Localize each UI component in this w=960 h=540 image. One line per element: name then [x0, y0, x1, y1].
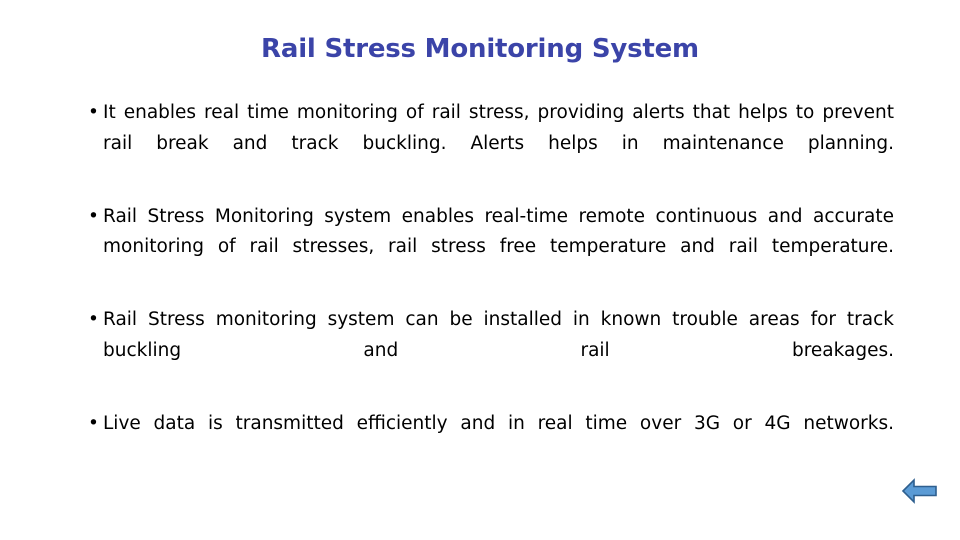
- list-item: • Rail Stress monitoring system can be i…: [88, 305, 894, 397]
- bullet-list: • It enables real time monitoring of rai…: [88, 98, 894, 470]
- bullet-marker-icon: •: [88, 205, 99, 227]
- back-navigation-button[interactable]: [901, 476, 939, 506]
- page-title: Rail Stress Monitoring System: [261, 34, 699, 65]
- list-item-text: It enables real time monitoring of rail …: [103, 102, 894, 154]
- list-item-text: Rail Stress Monitoring system enables re…: [103, 205, 894, 258]
- list-item: • Live data is transmitted efficiently a…: [88, 409, 894, 470]
- list-item-text: Live data is transmitted efficiently and…: [103, 412, 894, 434]
- arrow-left-icon[interactable]: [901, 476, 939, 506]
- list-item: • Rail Stress Monitoring system enables …: [88, 202, 894, 294]
- bullet-marker-icon: •: [88, 412, 99, 434]
- bullet-marker-icon: •: [88, 309, 99, 330]
- list-item-text: Rail Stress monitoring system can be ins…: [103, 309, 894, 361]
- bullet-marker-icon: •: [88, 102, 99, 123]
- list-item: • It enables real time monitoring of rai…: [88, 98, 894, 190]
- slide-canvas: Rail Stress Monitoring System • It enabl…: [0, 0, 960, 540]
